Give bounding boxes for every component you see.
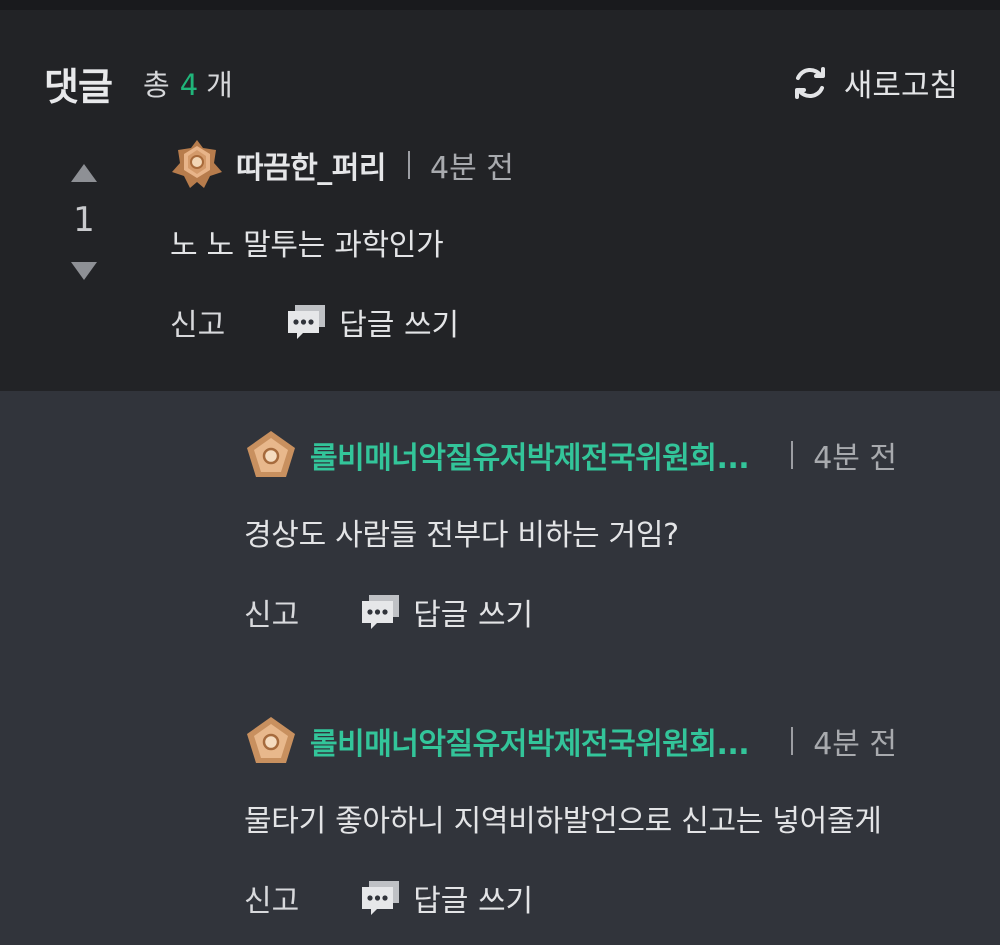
comment-time: 4분 전 xyxy=(813,441,898,476)
comment-count: 총4개 xyxy=(143,62,233,104)
comment-time: 4분 전 xyxy=(430,151,514,186)
reply-label: 답글 쓰기 xyxy=(339,308,460,343)
pentagon-rank-badge-icon[interactable] xyxy=(244,714,298,768)
comment-body: 경상도 사람들 전부다 비하는 거임? xyxy=(244,518,679,553)
upvote-arrow-icon[interactable] xyxy=(66,160,102,186)
report-button[interactable]: 신고 xyxy=(170,300,225,344)
comment-body: 물타기 좋아하니 지역비하발언으로 신고는 넣어줄게 xyxy=(244,804,882,839)
comment-section-main: 댓글 총4개 새로고침 1 따끔한_퍼리 4분 전 노 노 말투는 과학인가 신… xyxy=(0,10,1000,391)
comment-actions: 신고 답글 쓰기 xyxy=(244,876,897,920)
report-button[interactable]: 신고 xyxy=(244,590,299,634)
pentagon-rank-badge-icon[interactable] xyxy=(244,428,298,482)
report-button[interactable]: 신고 xyxy=(244,876,299,920)
count-prefix: 총 xyxy=(143,68,170,102)
top-bar xyxy=(0,0,1000,10)
refresh-icon xyxy=(794,66,825,99)
author-time-divider xyxy=(791,441,794,469)
comment-author-row: 롤비매너악질유저박제전국위원회... 4분 전 xyxy=(244,428,897,482)
comment-author[interactable]: 롤비매너악질유저박제전국위원회... xyxy=(310,719,750,763)
reply-bubble-icon xyxy=(288,305,326,339)
reply-label: 답글 쓰기 xyxy=(413,884,534,919)
reply-bubble-icon xyxy=(362,881,400,915)
refresh-button[interactable]: 새로고침 xyxy=(790,60,958,105)
reply-button[interactable]: 답글 쓰기 xyxy=(359,876,533,920)
reply-comment-item: 롤비매너악질유저박제전국위원회... 4분 전 물타기 좋아하니 지역비하발언으… xyxy=(244,714,897,920)
author-time-divider xyxy=(791,727,794,755)
vote-score: 1 xyxy=(73,200,95,240)
comments-header: 댓글 총4개 새로고침 xyxy=(0,10,1000,140)
bronze-rank-badge-icon[interactable] xyxy=(170,138,224,192)
comment-time: 4분 전 xyxy=(813,727,898,762)
comment-author-row: 롤비매너악질유저박제전국위원회... 4분 전 xyxy=(244,714,897,768)
reply-button[interactable]: 답글 쓰기 xyxy=(359,590,533,634)
count-suffix: 개 xyxy=(206,68,233,102)
reply-comment-item: 롤비매너악질유저박제전국위원회... 4분 전 경상도 사람들 전부다 비하는 … xyxy=(244,428,897,634)
author-time-divider xyxy=(408,151,410,179)
comments-title: 댓글 xyxy=(44,65,113,109)
comment-author[interactable]: 따끔한_퍼리 xyxy=(236,143,387,187)
reply-button[interactable]: 답글 쓰기 xyxy=(285,300,459,344)
comment-body: 노 노 말투는 과학인가 xyxy=(170,228,444,263)
reply-bubble-icon xyxy=(362,595,400,629)
reply-label: 답글 쓰기 xyxy=(413,598,534,633)
comment-author-row: 따끔한_퍼리 4분 전 xyxy=(170,138,514,192)
refresh-label: 새로고침 xyxy=(843,68,958,104)
downvote-arrow-icon[interactable] xyxy=(66,258,102,284)
count-number: 4 xyxy=(179,68,199,102)
comment-item: 따끔한_퍼리 4분 전 노 노 말투는 과학인가 신고 답글 쓰기 xyxy=(170,138,514,344)
comment-author[interactable]: 롤비매너악질유저박제전국위원회... xyxy=(310,433,750,477)
vote-control: 1 xyxy=(66,160,102,284)
comment-actions: 신고 답글 쓰기 xyxy=(244,590,897,634)
comment-actions: 신고 답글 쓰기 xyxy=(170,300,514,344)
